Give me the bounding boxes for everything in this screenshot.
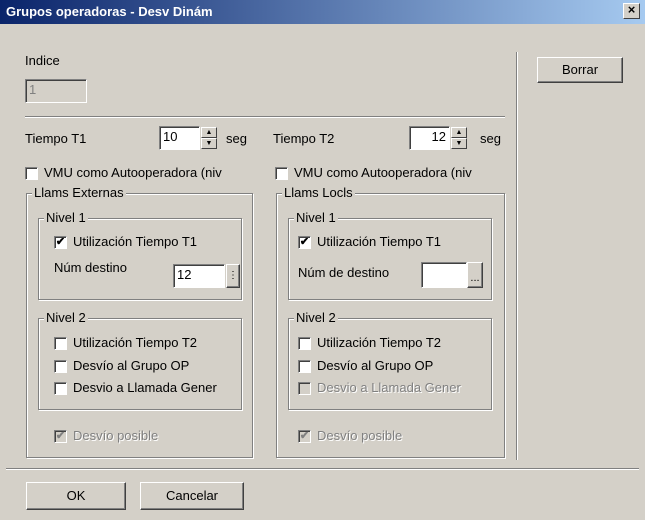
locals-util-t2-label: Utilización Tiempo T2 — [317, 335, 442, 350]
externas-desvio-grupo-checkbox[interactable] — [54, 360, 67, 373]
borrar-button[interactable]: Borrar — [537, 57, 623, 83]
externas-util-t2-checkbox[interactable] — [54, 337, 67, 350]
t2-label: Tiempo T2 — [273, 131, 335, 146]
locals-desvio-posible-label: Desvío posible — [317, 428, 403, 443]
vmu-right-checkbox[interactable] — [275, 167, 288, 180]
locals-num-browse-button[interactable]: ... — [467, 262, 483, 288]
locals-nivel1-legend: Nivel 1 — [294, 210, 338, 225]
t2-input[interactable]: 12 — [409, 126, 450, 150]
externas-num-picker-button[interactable]: ⋮ — [226, 264, 240, 288]
indice-field: 1 — [25, 79, 87, 103]
indice-label: Indice — [25, 53, 60, 68]
ok-button[interactable]: OK — [26, 482, 126, 510]
check-icon: ✔ — [55, 236, 66, 248]
ellipsis-icon: ... — [470, 272, 480, 284]
close-icon: × — [627, 2, 636, 17]
top-separator — [25, 116, 505, 118]
locals-desvio-llamada-checkbox — [298, 382, 311, 395]
window-title: Grupos operadoras - Desv Dinám — [6, 4, 213, 19]
locals-util-t1-label: Utilización Tiempo T1 — [317, 234, 442, 249]
externas-num-label: Núm destino — [54, 260, 127, 275]
vertical-separator — [516, 52, 518, 460]
externas-desvio-posible-label: Desvío posible — [73, 428, 159, 443]
t1-up-icon[interactable]: ▲ — [201, 127, 217, 138]
externas-desvio-llamada-checkbox[interactable] — [54, 382, 67, 395]
locals-nivel2-legend: Nivel 2 — [294, 310, 338, 325]
externas-util-t1-checkbox[interactable]: ✔ — [54, 236, 67, 249]
externas-desvio-grupo-label: Desvío al Grupo OP — [73, 358, 190, 373]
check-icon: ✔ — [299, 236, 310, 248]
externas-legend: Llams Externas — [32, 185, 126, 200]
t2-spinner[interactable]: ▲ ▼ — [451, 127, 467, 149]
locals-num-input[interactable] — [421, 262, 467, 288]
locals-desvio-llamada-label: Desvio a Llamada Gener — [317, 380, 461, 395]
locals-legend: Llams Locls — [282, 185, 355, 200]
locals-util-t2-checkbox[interactable] — [298, 337, 311, 350]
t2-unit: seg — [480, 131, 501, 146]
externas-nivel1-legend: Nivel 1 — [44, 210, 88, 225]
check-icon: ✔ — [55, 430, 66, 442]
locals-desvio-grupo-checkbox[interactable] — [298, 360, 311, 373]
footer-separator — [6, 468, 639, 470]
vmu-left-label: VMU como Autooperadora (niv — [44, 165, 222, 180]
vmu-right-label: VMU como Autooperadora (niv — [294, 165, 472, 180]
vmu-left-checkbox[interactable] — [25, 167, 38, 180]
externas-num-input[interactable]: 12 — [173, 264, 225, 288]
t1-down-icon[interactable]: ▼ — [201, 138, 217, 149]
t2-up-icon[interactable]: ▲ — [451, 127, 467, 138]
close-button[interactable]: × — [623, 3, 640, 19]
cancel-button[interactable]: Cancelar — [140, 482, 244, 510]
t1-input[interactable]: 10 — [159, 126, 200, 150]
externas-desvio-llamada-label: Desvio a Llamada Gener — [73, 380, 217, 395]
t2-down-icon[interactable]: ▼ — [451, 138, 467, 149]
locals-desvio-posible-checkbox: ✔ — [298, 430, 311, 443]
t1-label: Tiempo T1 — [25, 131, 87, 146]
locals-desvio-grupo-label: Desvío al Grupo OP — [317, 358, 434, 373]
externas-nivel2-legend: Nivel 2 — [44, 310, 88, 325]
externas-desvio-posible-checkbox: ✔ — [54, 430, 67, 443]
picker-icon: ⋮ — [228, 270, 238, 281]
externas-util-t1-label: Utilización Tiempo T1 — [73, 234, 198, 249]
externas-util-t2-label: Utilización Tiempo T2 — [73, 335, 198, 350]
check-icon: ✔ — [299, 430, 310, 442]
locals-util-t1-checkbox[interactable]: ✔ — [298, 236, 311, 249]
t1-unit: seg — [226, 131, 247, 146]
locals-num-label: Núm de destino — [298, 265, 390, 280]
t1-spinner[interactable]: ▲ ▼ — [201, 127, 217, 149]
